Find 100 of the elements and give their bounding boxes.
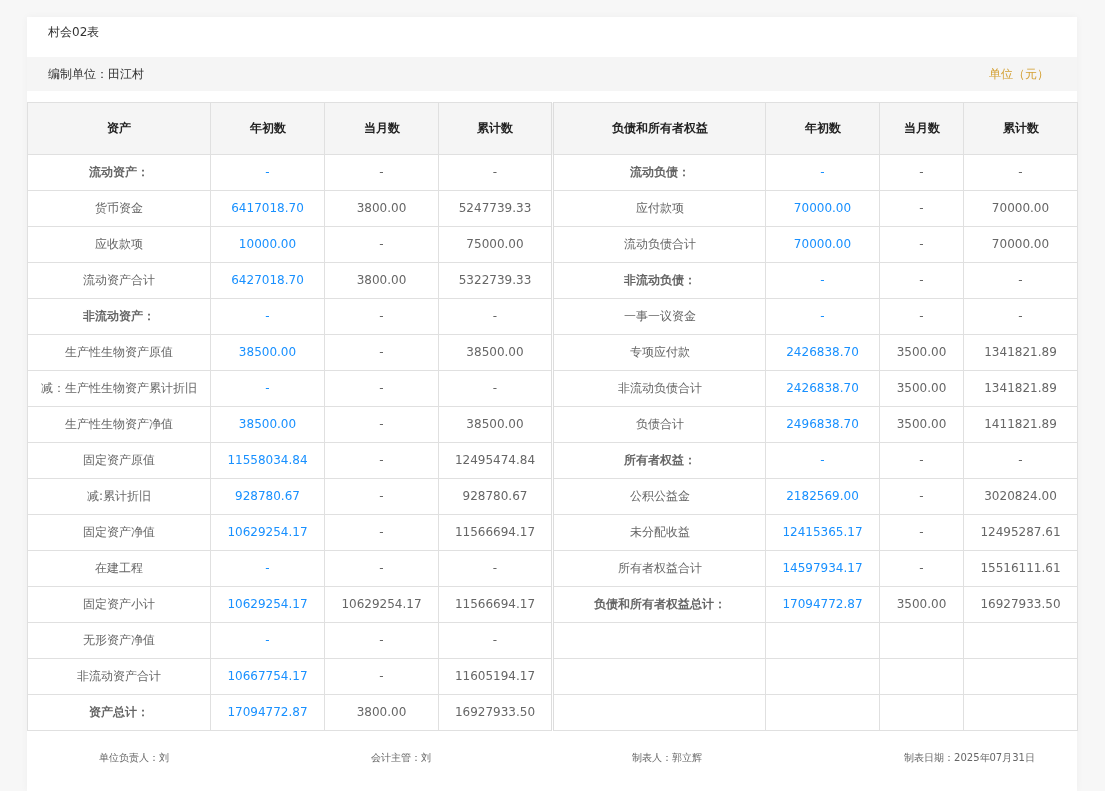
table-cell: 12495287.61	[963, 514, 1078, 551]
table-cell: 70000.00	[765, 190, 880, 227]
row-label: 流动负债：	[552, 154, 766, 191]
table-cell: 3500.00	[879, 406, 964, 443]
row-label: 流动资产合计	[27, 262, 211, 299]
table-cell: -	[324, 478, 439, 515]
table-cell: -	[879, 190, 964, 227]
table-cell: 10629254.17	[210, 586, 325, 623]
table-cell: 1341821.89	[963, 370, 1078, 407]
row-label: 负债和所有者权益总计：	[552, 586, 766, 623]
row-label: 应收款项	[27, 226, 211, 263]
column-header: 年初数	[210, 102, 325, 155]
table-cell: -	[879, 478, 964, 515]
table-cell: -	[210, 298, 325, 335]
table-cell: -	[324, 154, 439, 191]
table-cell: -	[765, 442, 880, 479]
organization-label: 编制单位：田江村	[48, 65, 144, 83]
signature-label: 制表人：郭立辉	[632, 751, 703, 765]
column-header: 累计数	[438, 102, 553, 155]
row-label: 非流动资产：	[27, 298, 211, 335]
table-cell: 3500.00	[879, 370, 964, 407]
column-header: 累计数	[963, 102, 1078, 155]
table-cell: 70000.00	[963, 226, 1078, 263]
column-header: 当月数	[879, 102, 964, 155]
table-cell: -	[963, 442, 1078, 479]
row-label: 流动资产：	[27, 154, 211, 191]
table-cell: 70000.00	[963, 190, 1078, 227]
signature-label: 制表日期：2025年07月31日	[904, 751, 1035, 765]
table-cell: 38500.00	[210, 334, 325, 371]
table-cell: 15516111.61	[963, 550, 1078, 587]
table-cell: -	[879, 550, 964, 587]
table-cell: 10629254.17	[324, 586, 439, 623]
table-cell: 10667754.17	[210, 658, 325, 695]
row-label: 减：生产性生物资产累计折旧	[27, 370, 211, 407]
row-label: 流动负债合计	[552, 226, 766, 263]
row-label: 非流动负债：	[552, 262, 766, 299]
table-cell: -	[210, 154, 325, 191]
column-header: 负债和所有者权益	[552, 102, 766, 155]
table-cell: 3800.00	[324, 190, 439, 227]
table-cell: -	[879, 262, 964, 299]
row-label: 固定资产原值	[27, 442, 211, 479]
table-cell: 1411821.89	[963, 406, 1078, 443]
table-cell: 3800.00	[324, 694, 439, 731]
table-cell: 11558034.84	[210, 442, 325, 479]
row-label: 生产性生物资产原值	[27, 334, 211, 371]
table-cell: -	[879, 154, 964, 191]
table-cell: -	[879, 226, 964, 263]
column-header: 资产	[27, 102, 211, 155]
row-label: 减:累计折旧	[27, 478, 211, 515]
table-cell: 3500.00	[879, 586, 964, 623]
form-code: 村会02表	[47, 24, 101, 41]
table-cell: -	[879, 298, 964, 335]
table-cell: -	[324, 442, 439, 479]
table-cell: 928780.67	[210, 478, 325, 515]
table-cell: -	[765, 154, 880, 191]
row-label: 非流动负债合计	[552, 370, 766, 407]
row-label: 应付款项	[552, 190, 766, 227]
table-cell: -	[324, 226, 439, 263]
table-cell: 6417018.70	[210, 190, 325, 227]
row-label: 固定资产净值	[27, 514, 211, 551]
table-cell: -	[324, 622, 439, 659]
row-label: 非流动资产合计	[27, 658, 211, 695]
table-cell: 6427018.70	[210, 262, 325, 299]
table-cell: 2426838.70	[765, 334, 880, 371]
table-cell: 2496838.70	[765, 406, 880, 443]
row-label: 资产总计：	[27, 694, 211, 731]
row-label: 生产性生物资产净值	[27, 406, 211, 443]
table-cell: -	[324, 658, 439, 695]
table-cell: -	[324, 298, 439, 335]
table-cell: 2182569.00	[765, 478, 880, 515]
table-cell: -	[210, 370, 325, 407]
column-header: 当月数	[324, 102, 439, 155]
table-cell: -	[324, 514, 439, 551]
table-cell: 1341821.89	[963, 334, 1078, 371]
row-label: 所有者权益：	[552, 442, 766, 479]
table-cell: 10000.00	[210, 226, 325, 263]
row-label: 无形资产净值	[27, 622, 211, 659]
table-cell: -	[324, 550, 439, 587]
row-label: 负债合计	[552, 406, 766, 443]
row-label: 一事一议资金	[552, 298, 766, 335]
table-cell: -	[963, 154, 1078, 191]
table-cell: -	[210, 622, 325, 659]
table-cell: -	[879, 514, 964, 551]
table-cell: 17094772.87	[210, 694, 325, 731]
table-cell: -	[879, 442, 964, 479]
signature-label: 单位负责人：刘	[99, 751, 169, 765]
table-cell: 10629254.17	[210, 514, 325, 551]
row-label: 在建工程	[27, 550, 211, 587]
table-cell: 3800.00	[324, 262, 439, 299]
table-cell: -	[324, 406, 439, 443]
table-cell: 2426838.70	[765, 370, 880, 407]
table-cell: -	[210, 550, 325, 587]
row-label: 公积公益金	[552, 478, 766, 515]
table-cell: 3500.00	[879, 334, 964, 371]
row-label: 专项应付款	[552, 334, 766, 371]
table-cell: 70000.00	[765, 226, 880, 263]
row-label: 货币资金	[27, 190, 211, 227]
table-cell: 3020824.00	[963, 478, 1078, 515]
table-cell: 16927933.50	[963, 586, 1078, 623]
table-cell: -	[963, 262, 1078, 299]
